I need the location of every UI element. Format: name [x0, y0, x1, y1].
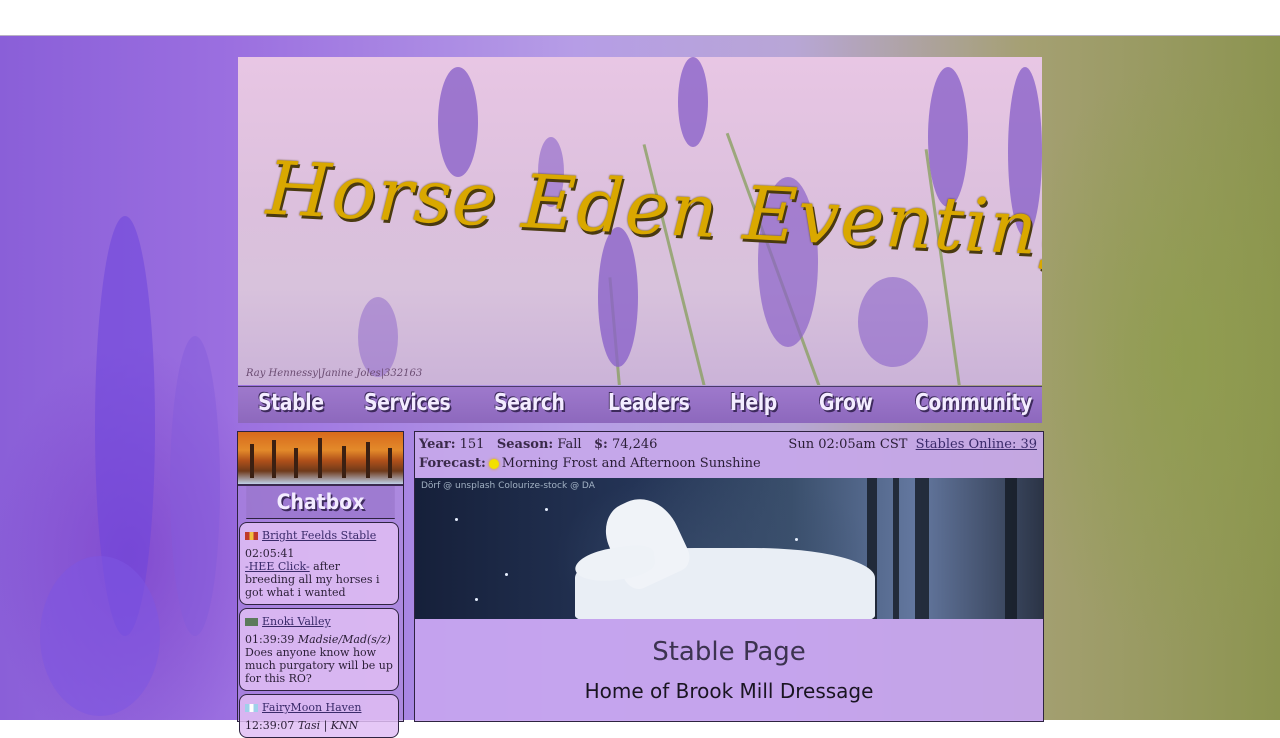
chat-user: Tasi | KNN [297, 719, 359, 732]
flag-icon [245, 704, 258, 712]
page-title: Stable Page [652, 637, 806, 667]
chatbox-sidebar: Chatbox Bright Feelds Stable 02:05:41 -H… [237, 431, 404, 738]
chat-post: Bright Feelds Stable 02:05:41 -HEE Click… [239, 522, 399, 605]
chat-time-line: 01:39:39 Madsie/Mad(s/z) [245, 633, 393, 646]
season-value: Fall [557, 437, 582, 452]
chat-time-line: 12:39:07 Tasi | KNN [245, 719, 393, 732]
forecast: Forecast: Morning Frost and Afternoon Sun… [419, 456, 761, 471]
status-bar: Year: 151 Season: Fall $: 74,246 Sun 02:… [415, 432, 1043, 479]
chatbox-title: Chatbox [246, 486, 395, 519]
sidebar-autumn-image [238, 432, 403, 486]
forecast-label: Forecast: [419, 456, 486, 471]
flag-icon [245, 618, 258, 626]
site-logo[interactable]: Horse Eden Eventing [264, 146, 1042, 275]
chat-user: Madsie/Mad(s/z) [297, 633, 391, 646]
chat-time: 02:05:41 [245, 547, 295, 560]
forecast-value: Morning Frost and Afternoon Sunshine [501, 456, 761, 471]
chat-stable-link[interactable]: Enoki Valley [262, 615, 331, 628]
nav-services[interactable]: Services [364, 390, 451, 416]
main-navigation: Stable Services Search Leaders Help Grow… [238, 386, 1042, 423]
sun-icon [488, 458, 499, 469]
banner-watermark: Dörf @ unsplash Colourize-stock @ DA [421, 481, 595, 491]
money-value: 74,246 [611, 437, 658, 452]
chat-stable-link[interactable]: Bright Feelds Stable [262, 529, 376, 542]
game-stats: Year: 151 Season: Fall $: 74,246 [419, 437, 657, 452]
clock-and-online: Sun 02:05am CST Stables Online: 39 [788, 437, 1037, 452]
browser-top-bar [0, 0, 1280, 36]
chat-time: 01:39:39 [245, 633, 295, 646]
flag-icon [245, 532, 258, 540]
stables-online-link[interactable]: Stables Online: 39 [916, 437, 1037, 452]
nav-help[interactable]: Help [730, 390, 777, 416]
money-label: $: [593, 437, 608, 452]
stable-page-content: Stable Page Home of Brook Mill Dressage [415, 619, 1043, 721]
year-value: 151 [459, 437, 485, 452]
main-content-panel: Year: 151 Season: Fall $: 74,246 Sun 02:… [414, 431, 1044, 722]
nav-leaders[interactable]: Leaders [608, 390, 690, 416]
season-label: Season: [496, 437, 554, 452]
chat-post: Enoki Valley 01:39:39 Madsie/Mad(s/z) Do… [239, 608, 399, 691]
header-image-credit: Ray Hennessy|Janine Joles|332163 [246, 368, 423, 379]
game-clock: Sun 02:05am CST [788, 437, 908, 452]
nav-search[interactable]: Search [494, 390, 565, 416]
chat-message: Does anyone know how much purgatory will… [245, 646, 393, 685]
nav-grow[interactable]: Grow [819, 390, 873, 416]
chat-stable-link[interactable]: FairyMoon Haven [262, 701, 361, 714]
nav-community[interactable]: Community [915, 390, 1032, 416]
nav-stable[interactable]: Stable [258, 390, 324, 416]
page-subtitle: Home of Brook Mill Dressage [584, 679, 874, 703]
chat-post: FairyMoon Haven 12:39:07 Tasi | KNN [239, 694, 399, 738]
chat-time: 12:39:07 [245, 719, 295, 732]
stable-banner-image: Dörf @ unsplash Colourize-stock @ DA [415, 478, 1043, 619]
site-header-banner: Horse Eden Eventing Ray Hennessy|Janine … [238, 57, 1042, 385]
year-label: Year: [419, 437, 456, 452]
chat-message-link[interactable]: -HEE Click- [245, 560, 310, 573]
